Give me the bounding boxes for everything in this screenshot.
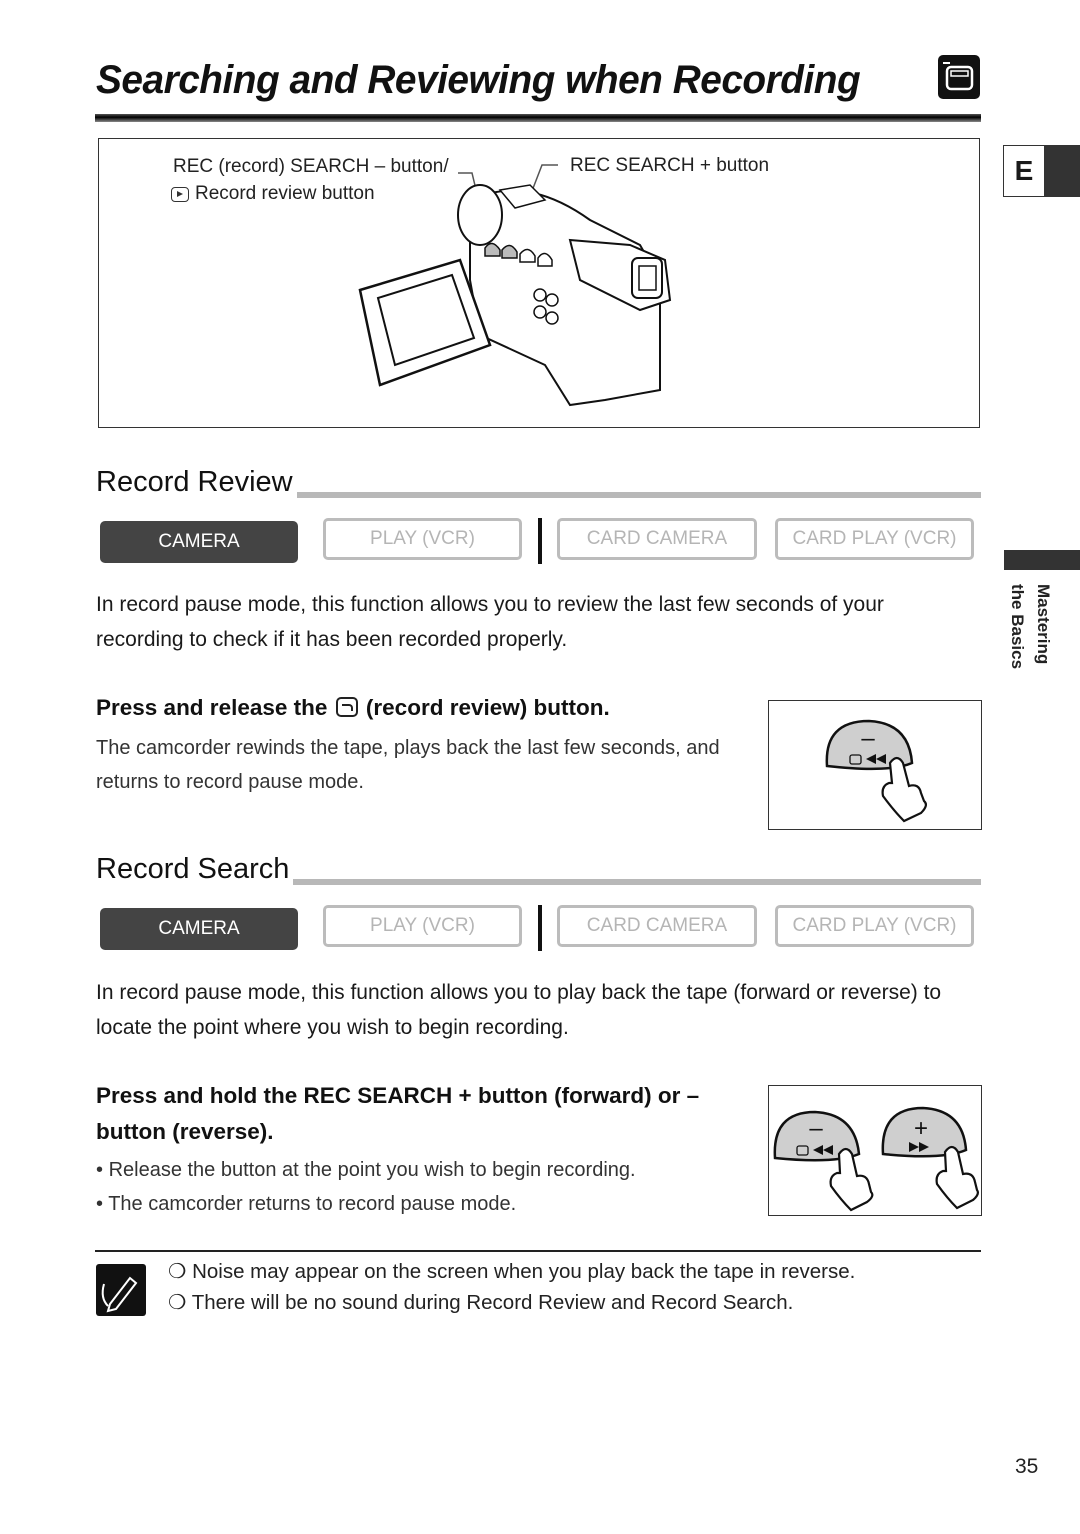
note-pencil-icon	[96, 1264, 146, 1316]
record-review-icon	[335, 697, 358, 717]
record-search-intro: In record pause mode, this function allo…	[96, 981, 942, 1039]
record-search-buttons-figure: – +	[768, 1085, 982, 1216]
mode-card-play-vcr: CARD PLAY (VCR)	[775, 518, 974, 560]
section-label-line2: the Basics	[1008, 584, 1027, 670]
section-side-label: Mastering the Basics	[1005, 584, 1057, 694]
mode-card-play-vcr: CARD PLAY (VCR)	[775, 905, 974, 947]
mode-divider	[538, 518, 542, 564]
language-tab-marker	[1045, 145, 1080, 197]
svg-text:–: –	[861, 725, 875, 752]
note-item: ❍ Noise may appear on the screen when yo…	[168, 1260, 856, 1283]
mode-card-camera: CARD CAMERA	[557, 518, 757, 560]
note-item: ❍ There will be no sound during Record R…	[168, 1291, 794, 1314]
record-review-heading: Record Review	[96, 466, 297, 499]
section-tab-marker	[1004, 550, 1080, 570]
step-prefix: Press and release the	[96, 695, 328, 720]
svg-text:–: –	[809, 1115, 823, 1142]
camera-mode-icon	[938, 55, 980, 99]
mode-divider	[538, 905, 542, 951]
mode-camera: CAMERA	[100, 521, 298, 563]
section-label-line1: Mastering	[1034, 584, 1053, 665]
notes-list: ❍ Noise may appear on the screen when yo…	[168, 1256, 855, 1318]
mode-play-vcr: PLAY (VCR)	[323, 905, 522, 947]
record-review-button-figure: –	[768, 700, 982, 830]
record-review-step-heading: Press and release the (record review) bu…	[96, 690, 756, 726]
bullet-item: • The camcorder returns to record pause …	[96, 1193, 517, 1215]
plus-button-icon: +	[881, 1106, 979, 1210]
record-review-icon	[171, 186, 189, 202]
camcorder-illustration	[358, 164, 672, 407]
language-tab: E	[1003, 145, 1045, 197]
mode-play-vcr: PLAY (VCR)	[323, 518, 522, 560]
record-search-bullets: • Release the button at the point you wi…	[96, 1153, 756, 1221]
svg-text:+: +	[914, 1115, 928, 1142]
minus-button-icon: –	[773, 1110, 874, 1212]
mode-camera: CAMERA	[100, 908, 298, 950]
step-suffix: (record review) button.	[365, 695, 610, 720]
page-number: 35	[1015, 1455, 1039, 1478]
mode-card-camera: CARD CAMERA	[557, 905, 757, 947]
title-rule	[95, 114, 981, 122]
bullet-item: • Release the button at the point you wi…	[96, 1159, 636, 1181]
page-title: Searching and Reviewing when Recording	[96, 58, 861, 102]
record-review-intro: In record pause mode, this function allo…	[96, 593, 884, 651]
notes-rule	[95, 1250, 981, 1252]
record-review-step-body: The camcorder rewinds the tape, plays ba…	[96, 737, 720, 793]
record-search-heading: Record Search	[96, 853, 294, 886]
record-search-step-heading: Press and hold the REC SEARCH + button (…	[96, 1083, 700, 1144]
